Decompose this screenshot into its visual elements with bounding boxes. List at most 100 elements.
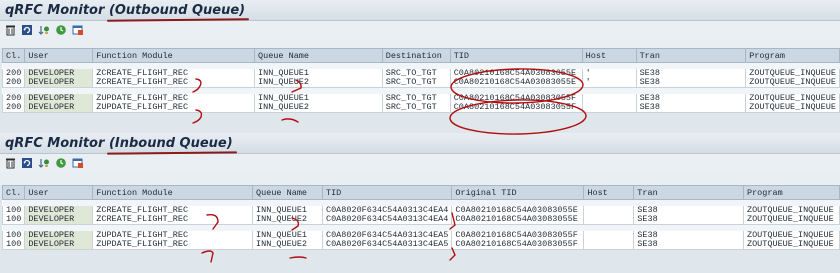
cell-tran[interactable]: SE38 [635,94,747,103]
column-header-program[interactable]: Program [745,48,840,63]
column-header-host[interactable]: Host [583,185,635,200]
trash-icon[interactable] [4,24,16,36]
cell-tran[interactable]: SE38 [635,103,747,113]
cell-program[interactable]: ZOUTQUEUE_INQUEUE [742,231,840,240]
column-header-original-tid[interactable]: Original TID [451,185,585,200]
cell-program[interactable]: ZOUTQUEUE_INQUEUE [745,103,840,113]
column-header-client[interactable]: Cl. [1,48,26,63]
cell-original-tid[interactable]: C0A80210168C54A03083055F [451,231,585,240]
cell-client[interactable]: 100 [1,231,26,240]
sort-icon[interactable] [38,24,50,36]
table-row[interactable]: 100 DEVELOPER ZUPDATE_FLIGHT_REC INN_QUEUE2… [1,240,840,250]
column-header-queue-name[interactable]: Queue Name [254,48,383,63]
cell-tid[interactable]: C0A80210168C54A03083055E [449,69,583,78]
cell-user[interactable]: DEVELOPER [24,240,94,250]
cell-tid[interactable]: C0A8020F634C54A0313C4EA4 [321,215,453,225]
column-header-client[interactable]: Cl. [1,185,26,200]
cell-function-module[interactable]: ZCREATE_FLIGHT_REC [92,78,255,88]
cell-function-module[interactable]: ZUPDATE_FLIGHT_REC [92,240,254,250]
cell-function-module[interactable]: ZUPDATE_FLIGHT_REC [92,231,254,240]
column-header-queue-name[interactable]: Queue Name [252,185,323,200]
cell-user[interactable]: DEVELOPER [24,69,94,78]
column-header-tid[interactable]: TID [321,185,453,200]
cell-tran[interactable]: SE38 [633,231,744,240]
column-header-function-module[interactable]: Function Module [92,185,254,200]
cell-program[interactable]: ZOUTQUEUE_INQUEUE [742,206,840,215]
refresh-icon[interactable] [21,24,33,36]
cell-client[interactable]: 100 [1,215,26,225]
cell-function-module[interactable]: ZCREATE_FLIGHT_REC [92,206,254,215]
cell-destination[interactable]: SRC_TO_TGT [381,103,451,113]
column-header-tran[interactable]: Tran [635,48,747,63]
cell-client[interactable]: 100 [1,206,26,215]
cell-client[interactable]: 200 [1,103,26,113]
cell-tran[interactable]: SE38 [635,78,747,88]
cell-client[interactable]: 200 [1,69,26,78]
cell-host[interactable] [583,215,635,225]
cell-destination[interactable]: SRC_TO_TGT [381,69,451,78]
cell-program[interactable]: ZOUTQUEUE_INQUEUE [742,240,840,250]
cell-client[interactable]: 100 [1,240,26,250]
schedule-icon[interactable] [55,157,67,169]
column-header-program[interactable]: Program [742,185,840,200]
cell-host[interactable] [583,206,635,215]
filter-icon[interactable] [72,157,84,169]
cell-function-module[interactable]: ZCREATE_FLIGHT_REC [92,215,254,225]
cell-tid[interactable]: C0A80210168C54A03083055F [449,103,583,113]
filter-icon[interactable] [72,24,84,36]
cell-program[interactable]: ZOUTQUEUE_INQUEUE [745,69,840,78]
cell-queue-name[interactable]: INN_QUEUE2 [254,103,383,113]
column-header-user[interactable]: User [24,185,94,200]
sort-icon[interactable] [38,157,50,169]
cell-original-tid[interactable]: C0A80210168C54A03083055E [451,215,585,225]
cell-queue-name[interactable]: INN_QUEUE1 [252,206,323,215]
cell-user[interactable]: DEVELOPER [24,94,94,103]
column-header-tran[interactable]: Tran [633,185,744,200]
cell-client[interactable]: 200 [1,78,26,88]
cell-host[interactable] [581,103,637,113]
column-header-host[interactable]: Host [581,48,637,63]
cell-host[interactable]: ' [581,78,637,88]
cell-queue-name[interactable]: INN_QUEUE1 [252,231,323,240]
cell-tid[interactable]: C0A8020F634C54A0313C4EA4 [321,206,453,215]
table-row[interactable]: 100 DEVELOPER ZCREATE_FLIGHT_REC INN_QUEUE1… [1,206,840,215]
cell-user[interactable]: DEVELOPER [24,231,94,240]
cell-program[interactable]: ZOUTQUEUE_INQUEUE [745,78,840,88]
cell-user[interactable]: DEVELOPER [24,78,94,88]
cell-tran[interactable]: SE38 [633,215,744,225]
cell-queue-name[interactable]: INN_QUEUE2 [252,240,323,250]
cell-tran[interactable]: SE38 [633,240,744,250]
cell-host[interactable]: ' [581,69,637,78]
table-row[interactable]: 200 DEVELOPER ZCREATE_FLIGHT_REC INN_QUEUE2… [1,78,840,88]
cell-original-tid[interactable]: C0A80210168C54A03083055E [451,206,585,215]
cell-user[interactable]: DEVELOPER [24,215,94,225]
cell-host[interactable] [581,94,637,103]
cell-program[interactable]: ZOUTQUEUE_INQUEUE [745,94,840,103]
cell-host[interactable] [583,240,635,250]
cell-queue-name[interactable]: INN_QUEUE2 [252,215,323,225]
column-header-tid[interactable]: TID [449,48,583,63]
cell-destination[interactable]: SRC_TO_TGT [381,78,451,88]
cell-tid[interactable]: C0A80210168C54A03083055E [449,78,583,88]
cell-queue-name[interactable]: INN_QUEUE1 [254,94,383,103]
schedule-icon[interactable] [55,24,67,36]
cell-function-module[interactable]: ZCREATE_FLIGHT_REC [92,69,255,78]
cell-user[interactable]: DEVELOPER [24,206,94,215]
cell-tid[interactable]: C0A8020F634C54A0313C4EA5 [321,240,453,250]
table-row[interactable]: 100 DEVELOPER ZUPDATE_FLIGHT_REC INN_QUEUE1… [1,231,840,240]
cell-tran[interactable]: SE38 [633,206,744,215]
cell-tid[interactable]: C0A80210168C54A03083055F [449,94,583,103]
table-row[interactable]: 200 DEVELOPER ZCREATE_FLIGHT_REC INN_QUEUE1… [1,69,840,78]
cell-host[interactable] [583,231,635,240]
cell-queue-name[interactable]: INN_QUEUE2 [254,78,383,88]
cell-destination[interactable]: SRC_TO_TGT [381,94,451,103]
cell-tid[interactable]: C0A8020F634C54A0313C4EA5 [321,231,453,240]
cell-function-module[interactable]: ZUPDATE_FLIGHT_REC [92,94,255,103]
table-row[interactable]: 100 DEVELOPER ZCREATE_FLIGHT_REC INN_QUEUE2… [1,215,840,225]
cell-function-module[interactable]: ZUPDATE_FLIGHT_REC [92,103,255,113]
column-header-destination[interactable]: Destination [381,48,451,63]
cell-tran[interactable]: SE38 [635,69,747,78]
refresh-icon[interactable] [21,157,33,169]
cell-original-tid[interactable]: C0A80210168C54A03083055F [451,240,585,250]
table-row[interactable]: 200 DEVELOPER ZUPDATE_FLIGHT_REC INN_QUEUE1… [1,94,840,103]
